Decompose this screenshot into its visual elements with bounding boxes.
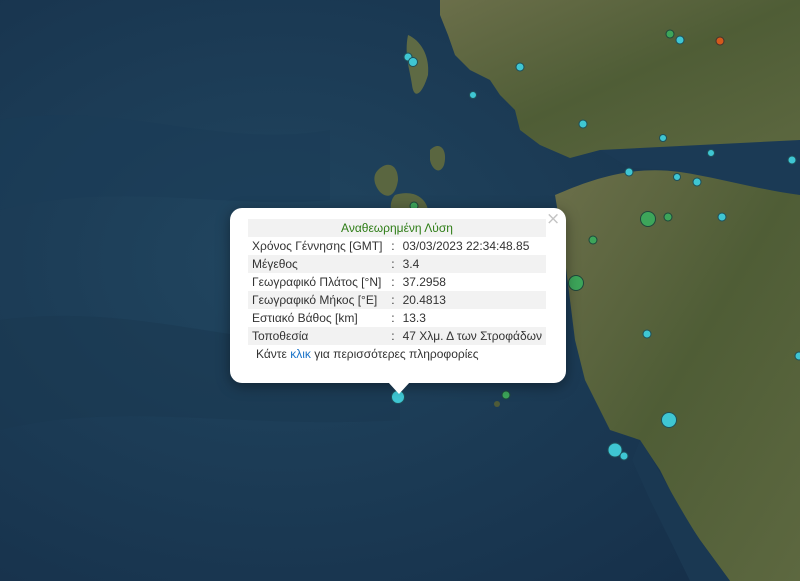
more-info-text: Κάντε κλικ για περισσότερες πληροφορίες (248, 345, 546, 361)
info-label: Χρόνος Γέννησης [GMT] (252, 239, 383, 253)
earthquake-marker[interactable] (469, 91, 477, 99)
earthquake-info-popup: × Αναθεωρημένη Λύση Χρόνος Γέννησης [GMT… (230, 208, 566, 383)
earthquake-marker[interactable] (568, 275, 584, 291)
popup-title: Αναθεωρημένη Λύση (248, 219, 546, 237)
earthquake-marker[interactable] (673, 173, 681, 181)
close-popup-button[interactable]: × (546, 211, 560, 228)
earthquake-marker[interactable] (717, 212, 727, 222)
info-label: Γεωγραφικό Μήκος [°E] (248, 291, 388, 309)
earthquake-marker[interactable] (787, 155, 797, 165)
earthquake-marker[interactable] (665, 29, 675, 39)
info-row: Χρόνος Γέννησης [GMT] : 03/03/2023 22:34… (248, 237, 546, 255)
info-label: Μέγεθος (248, 255, 388, 273)
info-value: 03/03/2023 22:34:48.85 (402, 239, 530, 253)
more-info-suffix: για περισσότερες πληροφορίες (310, 347, 479, 361)
info-value: 37.2958 (402, 275, 446, 289)
info-row: Γεωγραφικό Πλάτος [°N] : 37.2958 (248, 273, 546, 291)
info-separator: : (387, 255, 399, 273)
earthquake-marker[interactable] (515, 62, 525, 72)
info-row: Μέγεθος : 3.4 (248, 255, 546, 273)
info-row: Τοποθεσία : 47 Χλμ. Δ των Στροφάδων (248, 327, 546, 345)
more-info-link[interactable]: κλικ (290, 347, 311, 361)
info-row: Γεωγραφικό Μήκος [°E] : 20.4813 (248, 291, 546, 309)
earthquake-marker[interactable] (707, 149, 715, 157)
info-value: 20.4813 (398, 291, 546, 309)
earthquake-marker[interactable] (661, 412, 677, 428)
earthquake-marker[interactable] (578, 119, 588, 129)
earthquake-marker[interactable] (501, 390, 511, 400)
earthquake-marker[interactable] (588, 235, 598, 245)
info-separator: : (387, 327, 399, 345)
info-row: Εστιακό Βάθος [km] : 13.3 (248, 309, 546, 327)
earthquake-marker[interactable] (715, 36, 725, 46)
earthquake-marker[interactable] (794, 351, 800, 361)
earthquake-marker[interactable] (408, 57, 418, 67)
popup-tip (388, 382, 410, 394)
earthquake-marker[interactable] (675, 35, 685, 45)
info-separator: : (391, 311, 395, 325)
earthquake-marker[interactable] (692, 177, 702, 187)
info-label: Γεωγραφικό Πλάτος [°N] (252, 275, 382, 289)
earthquake-marker[interactable] (663, 212, 673, 222)
earthquake-marker[interactable] (642, 329, 652, 339)
earthquake-info-table: Αναθεωρημένη Λύση Χρόνος Γέννησης [GMT] … (248, 219, 546, 345)
info-separator: : (391, 275, 395, 289)
info-value: 13.3 (402, 311, 426, 325)
earthquake-marker[interactable] (619, 451, 629, 461)
info-separator: : (391, 239, 395, 253)
earthquake-marker[interactable] (640, 211, 656, 227)
earthquake-marker[interactable] (659, 134, 667, 142)
more-info-prefix: Κάντε (256, 347, 291, 361)
earthquake-marker[interactable] (624, 167, 634, 177)
info-label: Τοποθεσία (248, 327, 388, 345)
info-label: Εστιακό Βάθος [km] (252, 311, 358, 325)
info-value: 47 Χλμ. Δ των Στροφάδων (398, 327, 546, 345)
info-value: 3.4 (398, 255, 546, 273)
info-separator: : (387, 291, 399, 309)
